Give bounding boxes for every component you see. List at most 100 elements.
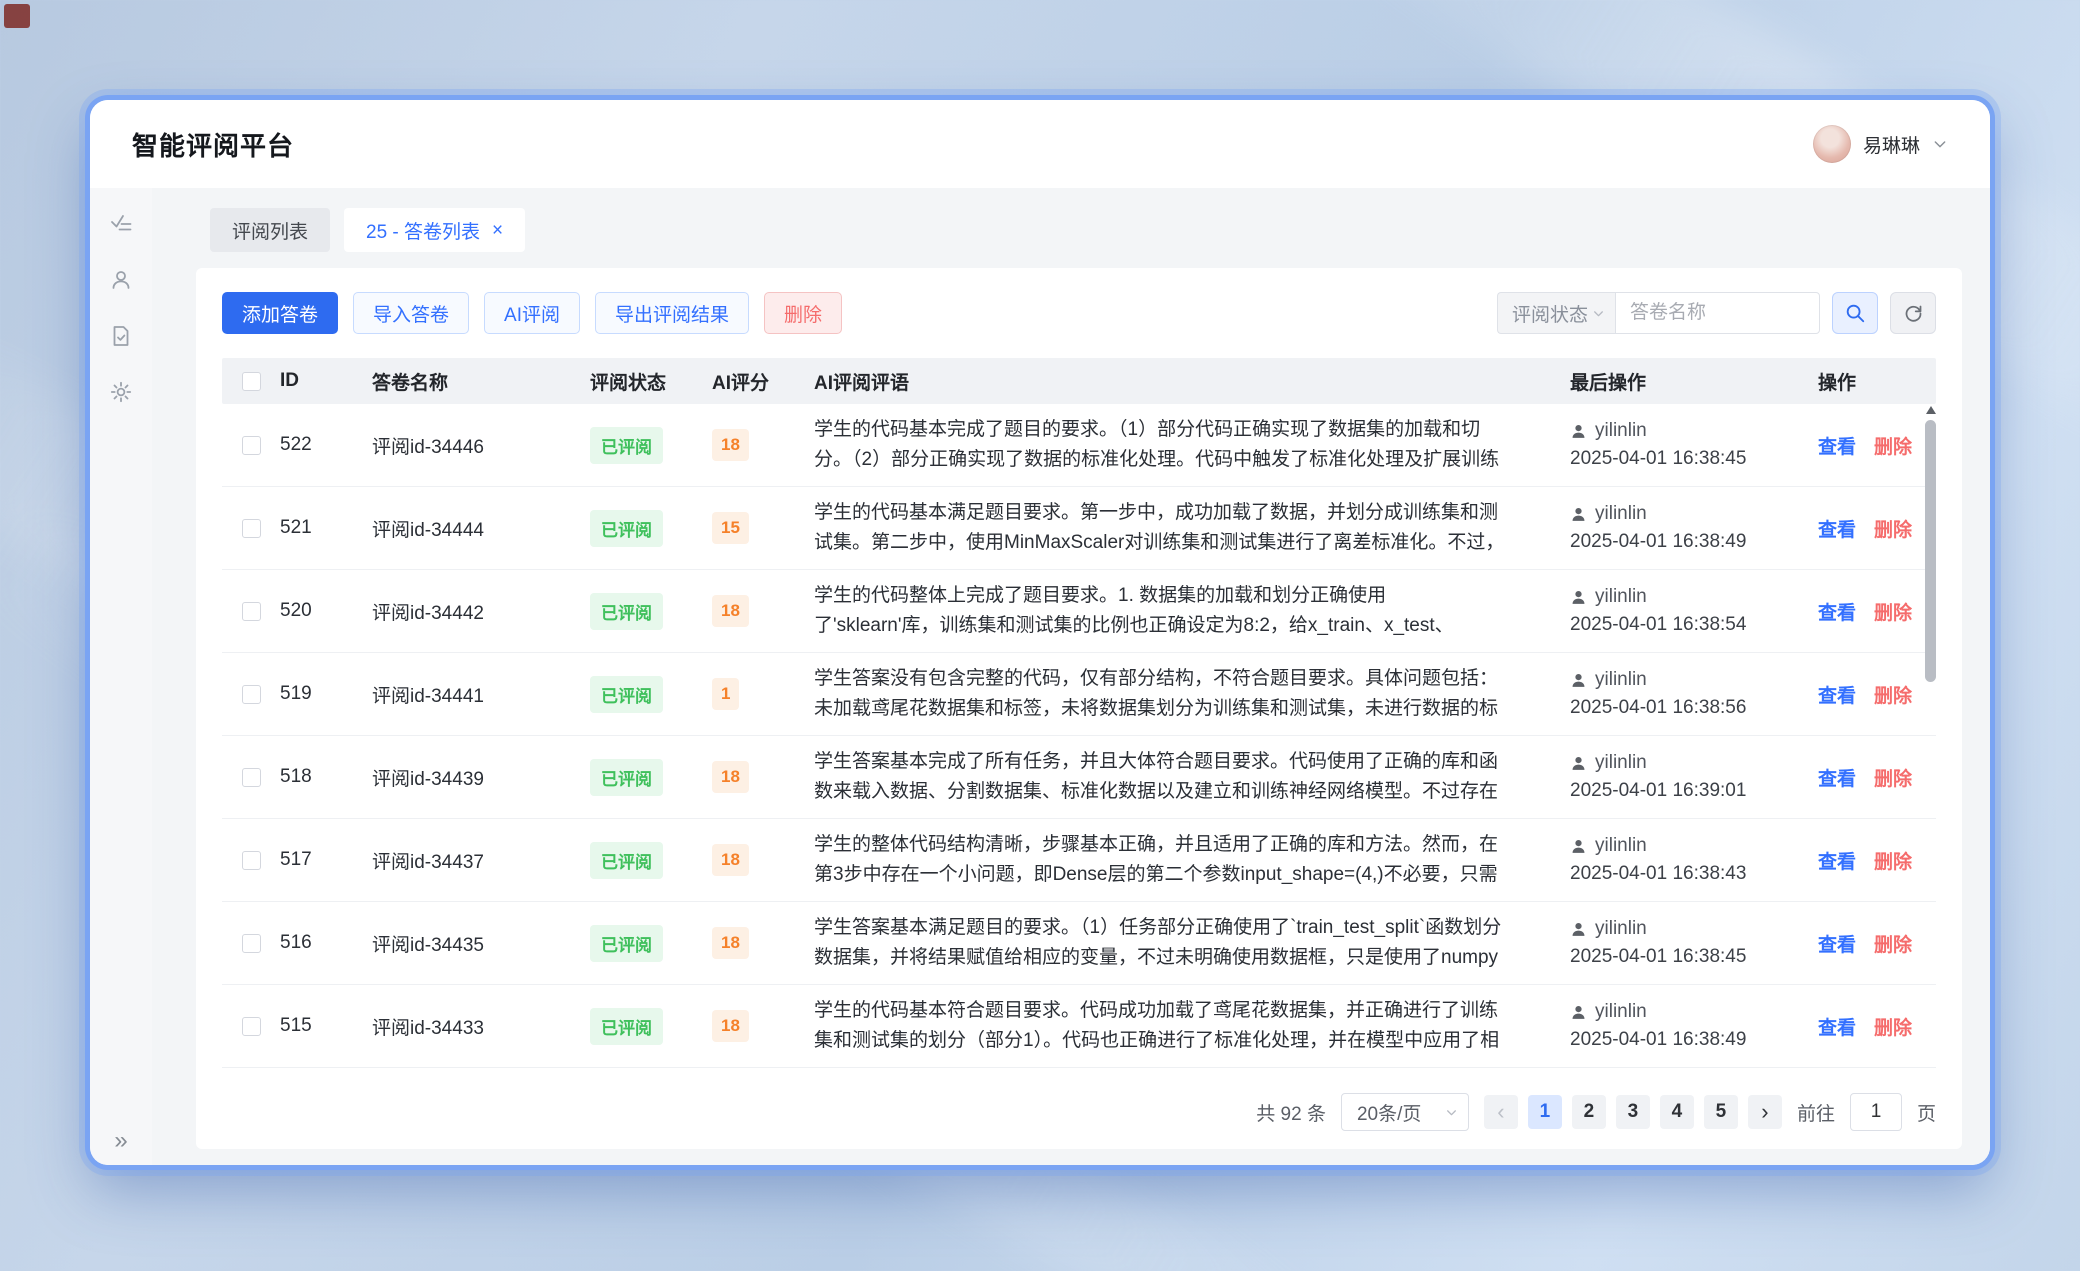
cell-id: 517 [280,849,372,871]
cell-lastop: yilinlin 2025-04-01 16:39:01 [1570,752,1818,802]
tab-answer-list[interactable]: 25 - 答卷列表 × [344,208,525,252]
score-badge: 1 [712,678,739,710]
status-badge: 已评阅 [590,759,663,796]
prev-page-button[interactable]: ‹ [1484,1095,1518,1129]
refresh-button[interactable] [1890,292,1936,334]
review-status-select[interactable]: 评阅状态 [1497,292,1615,334]
sidebar: » [90,188,152,1165]
delete-link[interactable]: 删除 [1874,515,1912,542]
column-header-name: 答卷名称 [372,368,590,395]
chevron-down-icon [1592,307,1605,320]
operator-name: yilinlin [1595,835,1647,857]
table-scrollbar[interactable] [1925,406,1936,1071]
sidebar-collapse-button[interactable]: » [90,1129,152,1153]
cell-id: 522 [280,434,372,456]
row-checkbox[interactable] [242,436,261,455]
score-badge: 18 [712,429,749,461]
import-answer-button[interactable]: 导入答卷 [353,292,469,334]
view-link[interactable]: 查看 [1818,847,1856,874]
select-placeholder: 评阅状态 [1512,300,1588,327]
sidebar-item-users[interactable] [109,268,133,292]
table-row: 519 评阅id-34441 已评阅 1 学生答案没有包含完整的代码，仅有部分结… [222,653,1936,736]
row-checkbox[interactable] [242,602,261,621]
tab-label: 25 - 答卷列表 [366,217,480,244]
row-checkbox[interactable] [242,685,261,704]
search-input[interactable] [1615,292,1820,334]
add-answer-button[interactable]: 添加答卷 [222,292,338,334]
view-link[interactable]: 查看 [1818,764,1856,791]
next-page-button[interactable]: › [1748,1095,1782,1129]
cell-id: 520 [280,600,372,622]
delete-link[interactable]: 删除 [1874,930,1912,957]
goto-page-input[interactable] [1850,1093,1902,1131]
search-button[interactable] [1832,292,1878,334]
delete-link[interactable]: 删除 [1874,598,1912,625]
sidebar-item-settings[interactable] [109,380,133,404]
view-link[interactable]: 查看 [1818,515,1856,542]
row-checkbox[interactable] [242,851,261,870]
page-button-5[interactable]: 5 [1704,1095,1738,1129]
delete-link[interactable]: 删除 [1874,847,1912,874]
view-link[interactable]: 查看 [1818,1013,1856,1040]
cell-comment: 学生答案基本完成了所有任务，并且大体符合题目要求。代码使用了正确的库和函数来载入… [814,747,1506,808]
ai-review-button[interactable]: AI评阅 [484,292,580,334]
select-all-checkbox[interactable] [242,372,261,391]
tab-bar: 评阅列表 25 - 答卷列表 × [210,208,1962,252]
cell-comment: 学生的代码整体上完成了题目要求。1. 数据集的加载和划分正确使用了'sklear… [814,581,1506,642]
sidebar-item-review-list[interactable] [109,212,133,236]
table-row: 518 评阅id-34439 已评阅 18 学生答案基本完成了所有任务，并且大体… [222,736,1936,819]
page-button-3[interactable]: 3 [1616,1095,1650,1129]
delete-link[interactable]: 删除 [1874,432,1912,459]
cell-name: 评阅id-34441 [372,681,590,708]
page-unit-label: 页 [1917,1099,1936,1126]
cell-comment: 学生答案基本满足题目的要求。（1）任务部分正确使用了`train_test_sp… [814,913,1506,974]
delete-link[interactable]: 删除 [1874,764,1912,791]
delete-link[interactable]: 删除 [1874,681,1912,708]
search-icon [1844,302,1866,324]
cell-name: 评阅id-34435 [372,930,590,957]
avatar[interactable] [1813,125,1851,163]
operation-time: 2025-04-01 16:39:01 [1570,780,1818,802]
cell-id: 516 [280,932,372,954]
view-link[interactable]: 查看 [1818,681,1856,708]
view-link[interactable]: 查看 [1818,432,1856,459]
table-body: 522 评阅id-34446 已评阅 18 学生的代码基本完成了题目的要求。（1… [222,404,1936,1073]
sidebar-item-papers[interactable] [109,324,133,348]
pagination-total: 共 92 条 [1256,1099,1326,1126]
column-header-status: 评阅状态 [590,368,712,395]
view-link[interactable]: 查看 [1818,930,1856,957]
operation-time: 2025-04-01 16:38:45 [1570,946,1818,968]
app-window: 智能评阅平台 易琳琳 [90,100,1990,1165]
user-menu[interactable]: 易琳琳 [1813,125,1948,163]
row-checkbox[interactable] [242,768,261,787]
row-checkbox[interactable] [242,519,261,538]
status-badge: 已评阅 [590,925,663,962]
scrollbar-thumb[interactable] [1925,420,1936,682]
score-badge: 18 [712,761,749,793]
column-header-comment: AI评阅评语 [814,368,1570,395]
page-size-select[interactable]: 20条/页 [1341,1093,1469,1131]
status-badge: 已评阅 [590,593,663,630]
page-button-2[interactable]: 2 [1572,1095,1606,1129]
export-results-button[interactable]: 导出评阅结果 [595,292,749,334]
view-link[interactable]: 查看 [1818,598,1856,625]
tab-review-list[interactable]: 评阅列表 [210,208,330,252]
operator-name: yilinlin [1595,586,1647,608]
delete-link[interactable]: 删除 [1874,1013,1912,1040]
row-checkbox[interactable] [242,1017,261,1036]
person-icon [1570,506,1587,523]
score-badge: 18 [712,1010,749,1042]
row-checkbox[interactable] [242,934,261,953]
cell-name: 评阅id-34446 [372,432,590,459]
person-icon [1570,1004,1587,1021]
person-icon [1570,672,1587,689]
delete-button[interactable]: 删除 [764,292,842,334]
operation-time: 2025-04-01 16:38:49 [1570,531,1818,553]
table-row: 522 评阅id-34446 已评阅 18 学生的代码基本完成了题目的要求。（1… [222,404,1936,487]
page-button-1[interactable]: 1 [1528,1095,1562,1129]
page-button-4[interactable]: 4 [1660,1095,1694,1129]
close-icon[interactable]: × [492,221,503,240]
score-badge: 18 [712,844,749,876]
scroll-up-arrow[interactable] [1926,406,1936,414]
table-header: ID 答卷名称 评阅状态 AI评分 AI评阅评语 最后操作 操作 [222,358,1936,404]
